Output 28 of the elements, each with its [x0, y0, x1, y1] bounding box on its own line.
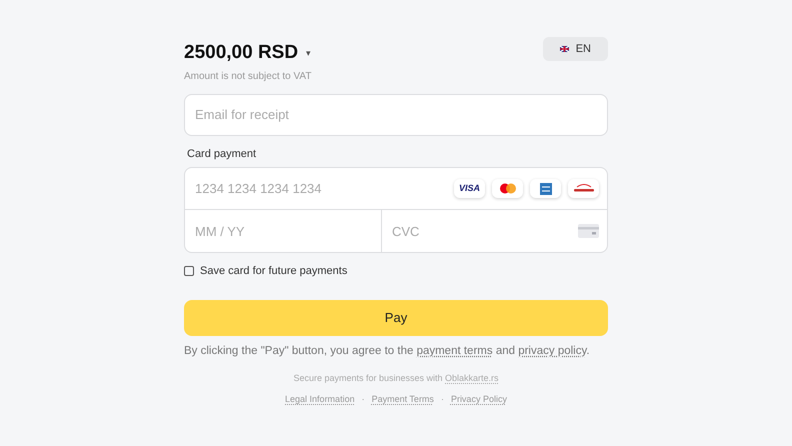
- email-field[interactable]: Email for receipt: [184, 94, 608, 136]
- cvc-field[interactable]: CVC: [382, 210, 578, 252]
- save-card-checkbox[interactable]: [184, 266, 194, 276]
- footer-link[interactable]: Privacy Policy: [450, 393, 507, 407]
- payment-terms-link[interactable]: payment terms: [416, 344, 493, 356]
- section-heading: Card payment: [187, 146, 258, 162]
- overlapping-circles-icon: [492, 179, 523, 198]
- language-button[interactable]: EN: [542, 37, 608, 61]
- card-number-field[interactable]: 1234 1234 1234 1234: [185, 168, 454, 209]
- amount: 2500,00 RSD: [184, 41, 298, 65]
- card-details-field[interactable]: 1234 1234 1234 1234 VISA MM / YY CVC: [184, 167, 608, 253]
- flag-icon: [560, 46, 569, 52]
- footer-link[interactable]: Legal Information: [285, 393, 355, 407]
- company-link[interactable]: Oblakkarte.rs: [445, 372, 499, 383]
- separator: ·: [362, 393, 365, 406]
- privacy-policy-link[interactable]: privacy policy: [518, 344, 586, 356]
- secure-payments-text: Secure payments for businesses with Oblakkarte.rs: [292, 372, 500, 385]
- vat-note: Amount is not subject to VAT: [184, 70, 312, 84]
- save-card-label: Save card for future payments: [200, 264, 348, 279]
- pay-button[interactable]: Pay: [184, 300, 608, 336]
- separator: ·: [440, 393, 444, 406]
- expiry-field[interactable]: MM / YY: [185, 210, 382, 252]
- card-back-icon: [578, 224, 599, 238]
- visa-logo: VISA: [454, 179, 485, 198]
- currency-caret[interactable]: ▾: [306, 46, 312, 60]
- agreement-text: By clicking the "Pay" button, you agree to the payment terms and privacy policy.: [184, 344, 591, 358]
- card-brand-icon: [568, 179, 599, 198]
- footer-link[interactable]: Payment Terms: [372, 393, 434, 407]
